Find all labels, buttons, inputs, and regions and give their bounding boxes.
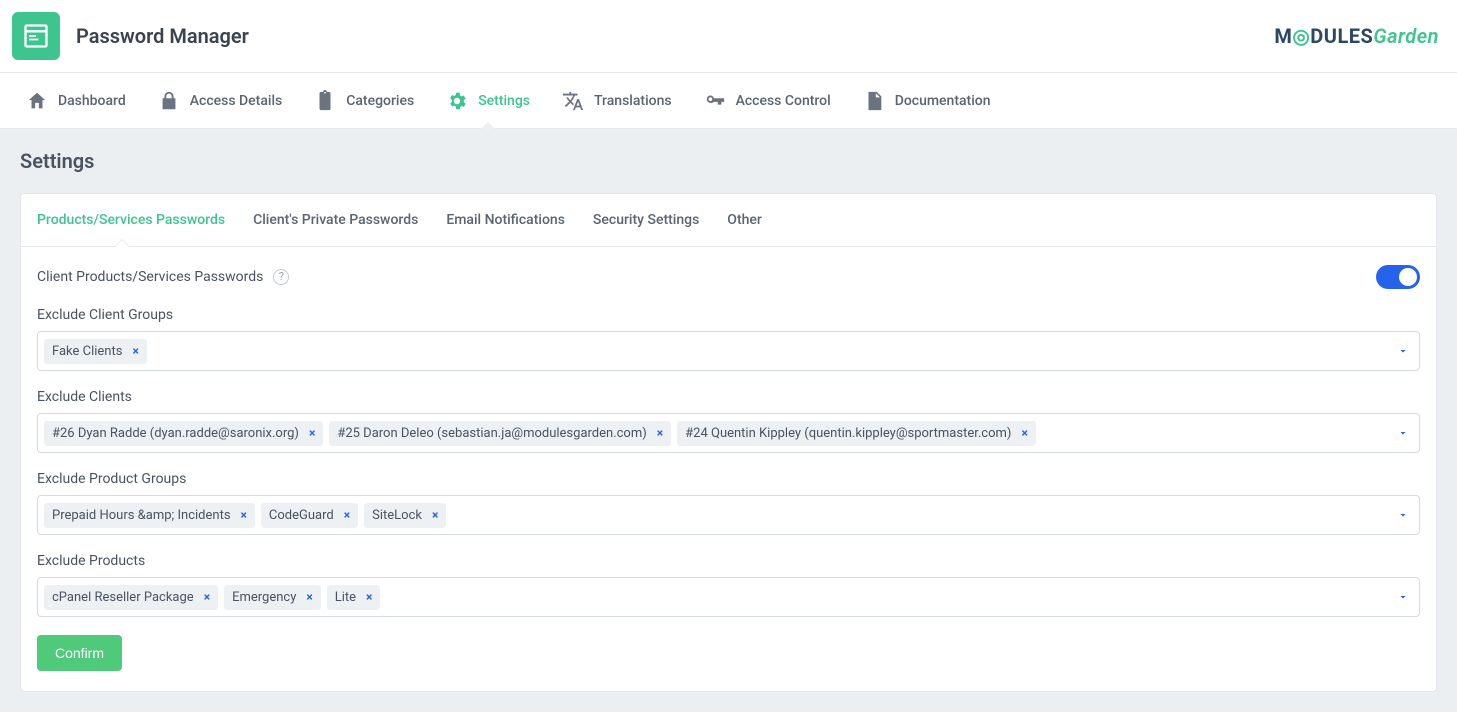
vendor-logo-m: M — [1274, 24, 1292, 48]
field-label: Exclude Client Groups — [37, 307, 1420, 323]
client-products-toggle-row: Client Products/Services Passwords ? — [37, 265, 1420, 289]
field-label: Exclude Clients — [37, 389, 1420, 405]
chip-label: #24 Quentin Kippley (quentin.kippley@spo… — [685, 426, 1011, 441]
chip: #24 Quentin Kippley (quentin.kippley@spo… — [677, 421, 1036, 446]
exclude-client-groups-select[interactable]: Fake Clients × — [37, 331, 1420, 371]
nav-label: Dashboard — [58, 93, 126, 109]
tab-other[interactable]: Other — [727, 194, 762, 246]
nav-label: Access Control — [736, 93, 831, 109]
vendor-logo-rest: DULES — [1310, 24, 1373, 48]
chevron-down-icon[interactable] — [1397, 427, 1409, 439]
key-icon — [704, 90, 726, 112]
chip-remove-icon[interactable]: × — [132, 344, 138, 358]
tab-clients-private-passwords[interactable]: Client's Private Passwords — [253, 194, 418, 246]
chip-label: CodeGuard — [269, 508, 334, 523]
exclude-products-field: Exclude Products cPanel Reseller Package… — [37, 553, 1420, 617]
exclude-product-groups-field: Exclude Product Groups Prepaid Hours &am… — [37, 471, 1420, 535]
nav-categories[interactable]: Categories — [298, 73, 430, 129]
chip-label: Prepaid Hours &amp; Incidents — [52, 508, 231, 523]
chip-remove-icon[interactable]: × — [657, 426, 663, 440]
exclude-clients-field: Exclude Clients #26 Dyan Radde (dyan.rad… — [37, 389, 1420, 453]
vendor-logo: M◎DULESGarden — [1274, 24, 1439, 48]
chip: #25 Daron Deleo (sebastian.ja@modulesgar… — [329, 421, 671, 446]
nav-settings[interactable]: Settings — [430, 73, 546, 129]
nav-translations[interactable]: Translations — [546, 73, 688, 129]
chip: SiteLock × — [364, 503, 446, 528]
vendor-logo-accent: Garden — [1373, 24, 1439, 48]
chip-label: Fake Clients — [52, 344, 122, 359]
chip-remove-icon[interactable]: × — [204, 590, 210, 604]
main-nav: Dashboard Access Details Categories Sett… — [0, 73, 1457, 129]
exclude-clients-select[interactable]: #26 Dyan Radde (dyan.radde@saronix.org) … — [37, 413, 1420, 453]
tab-products-services-passwords[interactable]: Products/Services Passwords — [37, 194, 225, 246]
settings-panel: Products/Services Passwords Client's Pri… — [20, 193, 1437, 692]
chip: #26 Dyan Radde (dyan.radde@saronix.org) … — [44, 421, 323, 446]
client-products-label-group: Client Products/Services Passwords ? — [37, 269, 289, 285]
document-icon — [863, 90, 885, 112]
exclude-products-select[interactable]: cPanel Reseller Package × Emergency × Li… — [37, 577, 1420, 617]
help-icon[interactable]: ? — [273, 269, 289, 285]
tab-security-settings[interactable]: Security Settings — [593, 194, 699, 246]
chip-remove-icon[interactable]: × — [432, 508, 438, 522]
app-logo-icon — [12, 12, 60, 60]
chip: cPanel Reseller Package × — [44, 585, 218, 610]
nav-label: Access Details — [190, 93, 282, 109]
chip-remove-icon[interactable]: × — [366, 590, 372, 604]
chip: Lite × — [327, 585, 381, 610]
page-title: Settings — [20, 149, 1437, 173]
chip-label: #25 Daron Deleo (sebastian.ja@modulesgar… — [337, 426, 646, 441]
exclude-product-groups-select[interactable]: Prepaid Hours &amp; Incidents × CodeGuar… — [37, 495, 1420, 535]
chip-remove-icon[interactable]: × — [344, 508, 350, 522]
tab-email-notifications[interactable]: Email Notifications — [446, 194, 565, 246]
app-title: Password Manager — [76, 24, 249, 48]
chip-remove-icon[interactable]: × — [1021, 426, 1027, 440]
translate-icon — [562, 90, 584, 112]
chip: Emergency × — [224, 585, 321, 610]
chip-label: Lite — [335, 590, 356, 605]
page: Settings Products/Services Passwords Cli… — [0, 129, 1457, 712]
chip: CodeGuard × — [261, 503, 358, 528]
globe-icon: ◎ — [1292, 24, 1310, 48]
nav-label: Categories — [346, 93, 414, 109]
chip: Prepaid Hours &amp; Incidents × — [44, 503, 255, 528]
nav-access-control[interactable]: Access Control — [688, 73, 847, 129]
chip-label: Emergency — [232, 590, 296, 605]
tab-body: Client Products/Services Passwords ? Exc… — [21, 247, 1436, 691]
topbar: Password Manager M◎DULESGarden — [0, 0, 1457, 73]
brand: Password Manager — [12, 12, 249, 60]
confirm-button[interactable]: Confirm — [37, 635, 122, 671]
field-label: Exclude Products — [37, 553, 1420, 569]
nav-documentation[interactable]: Documentation — [847, 73, 1007, 129]
chevron-down-icon[interactable] — [1397, 509, 1409, 521]
chip-label: cPanel Reseller Package — [52, 590, 194, 605]
chevron-down-icon[interactable] — [1397, 345, 1409, 357]
chevron-down-icon[interactable] — [1397, 591, 1409, 603]
exclude-client-groups-field: Exclude Client Groups Fake Clients × — [37, 307, 1420, 371]
chip-remove-icon[interactable]: × — [306, 590, 312, 604]
nav-dashboard[interactable]: Dashboard — [10, 73, 142, 129]
clipboard-icon — [314, 90, 336, 112]
nav-label: Documentation — [895, 93, 991, 109]
nav-label: Settings — [478, 93, 530, 109]
nav-access-details[interactable]: Access Details — [142, 73, 298, 129]
field-label: Exclude Product Groups — [37, 471, 1420, 487]
settings-tabs: Products/Services Passwords Client's Pri… — [21, 194, 1436, 247]
gear-icon — [446, 90, 468, 112]
chip-label: SiteLock — [372, 508, 422, 523]
chip-remove-icon[interactable]: × — [309, 426, 315, 440]
chip-label: #26 Dyan Radde (dyan.radde@saronix.org) — [52, 426, 299, 441]
lock-icon — [158, 90, 180, 112]
nav-label: Translations — [594, 93, 672, 109]
home-icon — [26, 90, 48, 112]
chip: Fake Clients × — [44, 339, 147, 364]
client-products-label: Client Products/Services Passwords — [37, 269, 263, 285]
client-products-toggle[interactable] — [1376, 265, 1420, 289]
chip-remove-icon[interactable]: × — [241, 508, 247, 522]
